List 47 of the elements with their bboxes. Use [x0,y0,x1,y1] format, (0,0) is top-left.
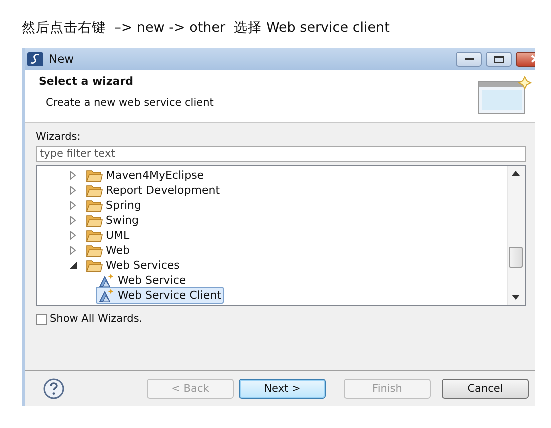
tree-item[interactable]: UML [83,227,133,244]
dialog-button[interactable]: Next > [239,378,326,398]
collapsed-arrow-icon[interactable] [70,246,76,255]
maximize-button[interactable] [486,52,512,66]
folder-icon [86,244,103,257]
show-all-label[interactable]: Show All Wizards. [50,313,143,325]
wizard-icon [99,273,115,288]
maximize-icon [494,56,504,62]
tree-item[interactable]: Web [83,242,133,259]
wizard-page-title: Select a wizard [39,75,135,88]
tree-item[interactable]: Swing [83,212,142,229]
folder-icon [86,199,103,212]
collapsed-arrow-icon[interactable] [70,171,76,180]
dialog-button[interactable]: Cancel [442,378,529,398]
tree-item[interactable]: Spring [83,197,144,214]
minimize-button[interactable] [456,52,482,66]
minimize-icon [464,57,474,61]
expanded-arrow-icon[interactable] [70,262,76,269]
wizard-banner-drawing [478,76,534,116]
folder-icon [86,184,103,197]
filter-field[interactable]: type filter text [36,146,526,162]
folder-icon [86,169,103,182]
help-button[interactable] [43,378,65,400]
wizard-icon [99,288,115,303]
wizards-label: Wizards: [36,130,82,145]
help-icon [43,378,65,400]
collapsed-arrow-icon[interactable] [70,231,76,240]
tree-item[interactable]: Maven4MyEclipse [83,167,208,184]
folder-icon [86,229,103,242]
scroll-up-icon [512,171,520,176]
scroll-down-icon [512,295,520,300]
scrollbar[interactable] [507,166,525,305]
instruction-text: 然后点击右键 –> new -> other 选择 Web service client [22,20,390,36]
collapsed-arrow-icon[interactable] [70,186,76,195]
tree-item[interactable]: Report Development [83,182,224,199]
scroll-thumb[interactable] [509,247,523,268]
collapsed-arrow-icon[interactable] [70,216,76,225]
app-icon [27,52,44,66]
window-title: New [49,52,74,66]
tree-item[interactable]: Web Services [83,257,183,274]
show-all-checkbox[interactable] [36,314,47,324]
folder-icon [86,214,103,227]
collapsed-arrow-icon[interactable] [70,201,76,210]
wizard-page-description: Create a new web service client [45,97,214,109]
tree-item[interactable]: Web Service [96,272,190,289]
folder-icon [86,259,103,272]
tree-item[interactable]: Web Service Client [96,287,224,304]
